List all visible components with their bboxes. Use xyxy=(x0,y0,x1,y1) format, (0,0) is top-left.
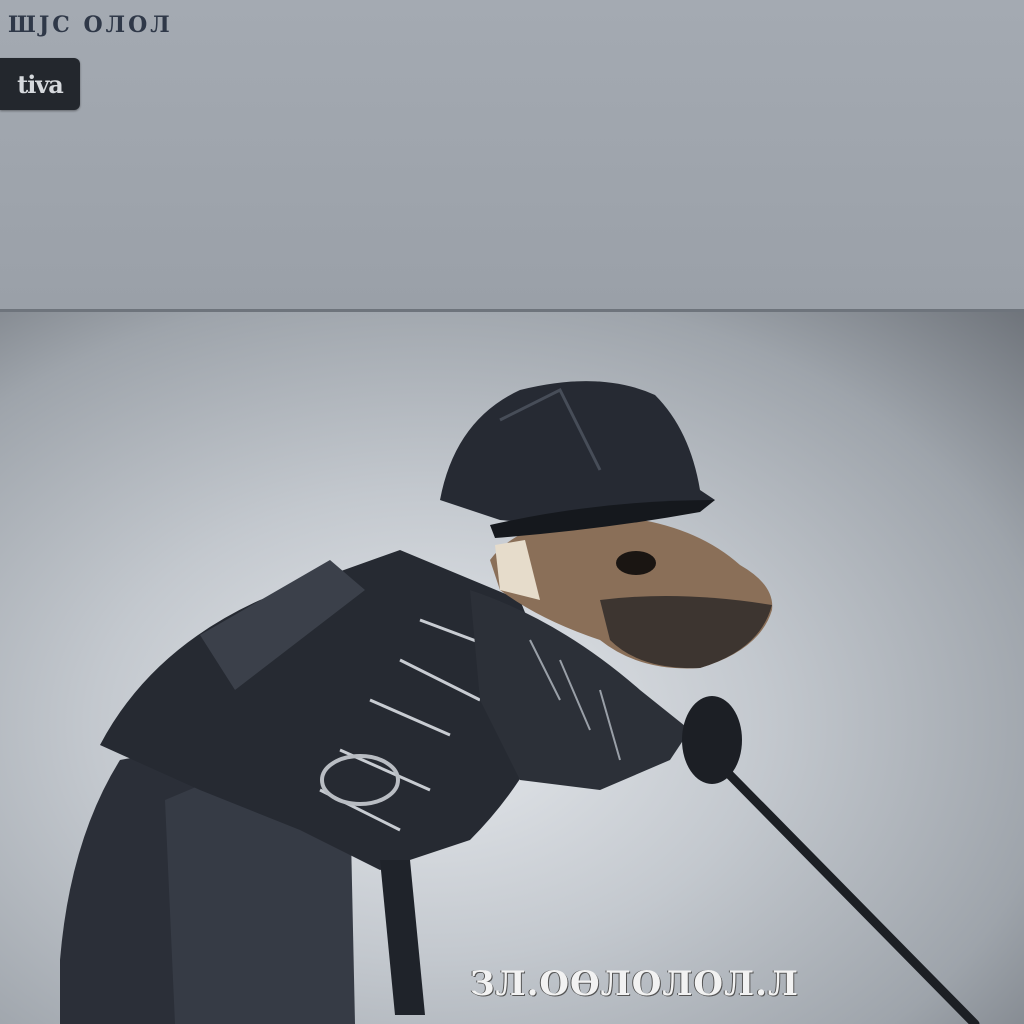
dog-snout xyxy=(600,596,772,669)
logo-badge[interactable]: tiva xyxy=(0,58,80,110)
header-band: ШJC ОЛОЛ tiva xyxy=(0,0,1024,310)
photo: ЗЛ.ОӨЛОЛОЛ.Л xyxy=(0,312,1024,1024)
logo-badge-label: tiva xyxy=(17,69,64,99)
photo-caption: ЗЛ.ОӨЛОЛОЛ.Л xyxy=(470,964,799,1004)
hanging-strap xyxy=(380,860,425,1015)
dog-eye xyxy=(616,551,656,575)
page-title: ШJC ОЛОЛ xyxy=(8,12,173,38)
front-paw xyxy=(682,696,742,784)
dog-illustration xyxy=(60,381,980,1024)
